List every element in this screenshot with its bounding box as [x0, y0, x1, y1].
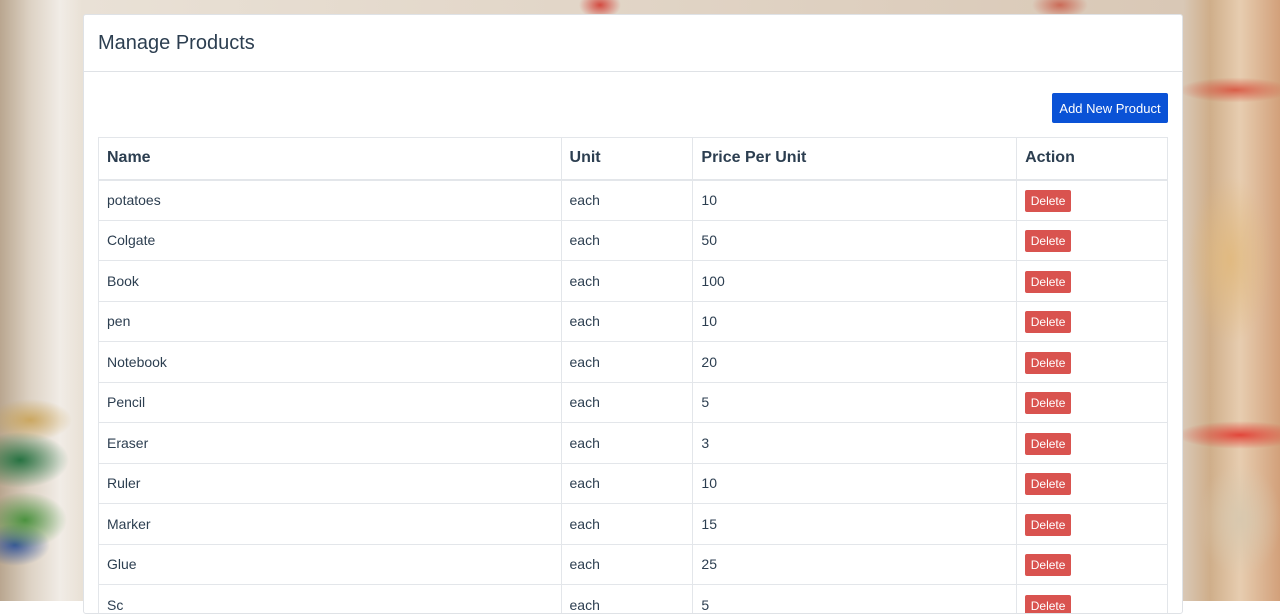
product-name-cell: Notebook — [99, 342, 562, 383]
table-row: Colgate each 50 Delete — [99, 220, 1168, 261]
column-header-unit: Unit — [561, 138, 693, 180]
product-action-cell: Delete — [1017, 342, 1168, 383]
page-title: Manage Products — [98, 32, 255, 55]
manage-products-panel: Manage Products Add New Product Name Uni… — [83, 14, 1183, 614]
product-price-cell: 5 — [693, 585, 1017, 614]
table-row: pen each 10 Delete — [99, 301, 1168, 342]
product-unit-cell: each — [561, 301, 693, 342]
product-price-cell: 5 — [693, 382, 1017, 423]
product-unit-cell: each — [561, 382, 693, 423]
product-unit-cell: each — [561, 504, 693, 545]
table-row: Ruler each 10 Delete — [99, 463, 1168, 504]
delete-button[interactable]: Delete — [1025, 595, 1071, 614]
product-price-cell: 3 — [693, 423, 1017, 464]
delete-button[interactable]: Delete — [1025, 514, 1071, 536]
product-unit-cell: each — [561, 220, 693, 261]
column-header-name: Name — [99, 138, 562, 180]
product-action-cell: Delete — [1017, 504, 1168, 545]
product-unit-cell: each — [561, 180, 693, 221]
table-row: Notebook each 20 Delete — [99, 342, 1168, 383]
product-unit-cell: each — [561, 544, 693, 585]
product-action-cell: Delete — [1017, 261, 1168, 302]
delete-button[interactable]: Delete — [1025, 230, 1071, 252]
product-name-cell: Colgate — [99, 220, 562, 261]
product-unit-cell: each — [561, 423, 693, 464]
delete-button[interactable]: Delete — [1025, 433, 1071, 455]
product-name-cell: Book — [99, 261, 562, 302]
delete-button[interactable]: Delete — [1025, 473, 1071, 495]
product-action-cell: Delete — [1017, 423, 1168, 464]
delete-button[interactable]: Delete — [1025, 352, 1071, 374]
panel-header: Manage Products — [84, 15, 1182, 72]
product-unit-cell: each — [561, 342, 693, 383]
table-row: potatoes each 10 Delete — [99, 180, 1168, 221]
table-row: Eraser each 3 Delete — [99, 423, 1168, 464]
product-price-cell: 10 — [693, 463, 1017, 504]
product-name-cell: potatoes — [99, 180, 562, 221]
product-name-cell: Eraser — [99, 423, 562, 464]
table-row: Sc each 5 Delete — [99, 585, 1168, 614]
delete-button[interactable]: Delete — [1025, 190, 1071, 212]
table-row: Pencil each 5 Delete — [99, 382, 1168, 423]
product-action-cell: Delete — [1017, 301, 1168, 342]
product-name-cell: Glue — [99, 544, 562, 585]
delete-button[interactable]: Delete — [1025, 392, 1071, 414]
product-unit-cell: each — [561, 585, 693, 614]
product-price-cell: 25 — [693, 544, 1017, 585]
product-name-cell: Sc — [99, 585, 562, 614]
product-price-cell: 10 — [693, 301, 1017, 342]
product-unit-cell: each — [561, 261, 693, 302]
product-price-cell: 20 — [693, 342, 1017, 383]
product-name-cell: Pencil — [99, 382, 562, 423]
add-new-product-button[interactable]: Add New Product — [1052, 93, 1168, 123]
table-row: Glue each 25 Delete — [99, 544, 1168, 585]
product-price-cell: 15 — [693, 504, 1017, 545]
product-action-cell: Delete — [1017, 220, 1168, 261]
product-action-cell: Delete — [1017, 180, 1168, 221]
column-header-price: Price Per Unit — [693, 138, 1017, 180]
product-name-cell: Marker — [99, 504, 562, 545]
table-row: Marker each 15 Delete — [99, 504, 1168, 545]
product-name-cell: pen — [99, 301, 562, 342]
column-header-action: Action — [1017, 138, 1168, 180]
delete-button[interactable]: Delete — [1025, 311, 1071, 333]
product-name-cell: Ruler — [99, 463, 562, 504]
product-price-cell: 100 — [693, 261, 1017, 302]
table-row: Book each 100 Delete — [99, 261, 1168, 302]
product-action-cell: Delete — [1017, 463, 1168, 504]
delete-button[interactable]: Delete — [1025, 271, 1071, 293]
product-price-cell: 50 — [693, 220, 1017, 261]
table-header-row: Name Unit Price Per Unit Action — [99, 138, 1168, 180]
products-table: Name Unit Price Per Unit Action potatoes… — [98, 137, 1168, 614]
product-unit-cell: each — [561, 463, 693, 504]
product-action-cell: Delete — [1017, 585, 1168, 614]
delete-button[interactable]: Delete — [1025, 554, 1071, 576]
product-price-cell: 10 — [693, 180, 1017, 221]
product-action-cell: Delete — [1017, 544, 1168, 585]
toolbar: Add New Product — [84, 72, 1182, 137]
product-action-cell: Delete — [1017, 382, 1168, 423]
